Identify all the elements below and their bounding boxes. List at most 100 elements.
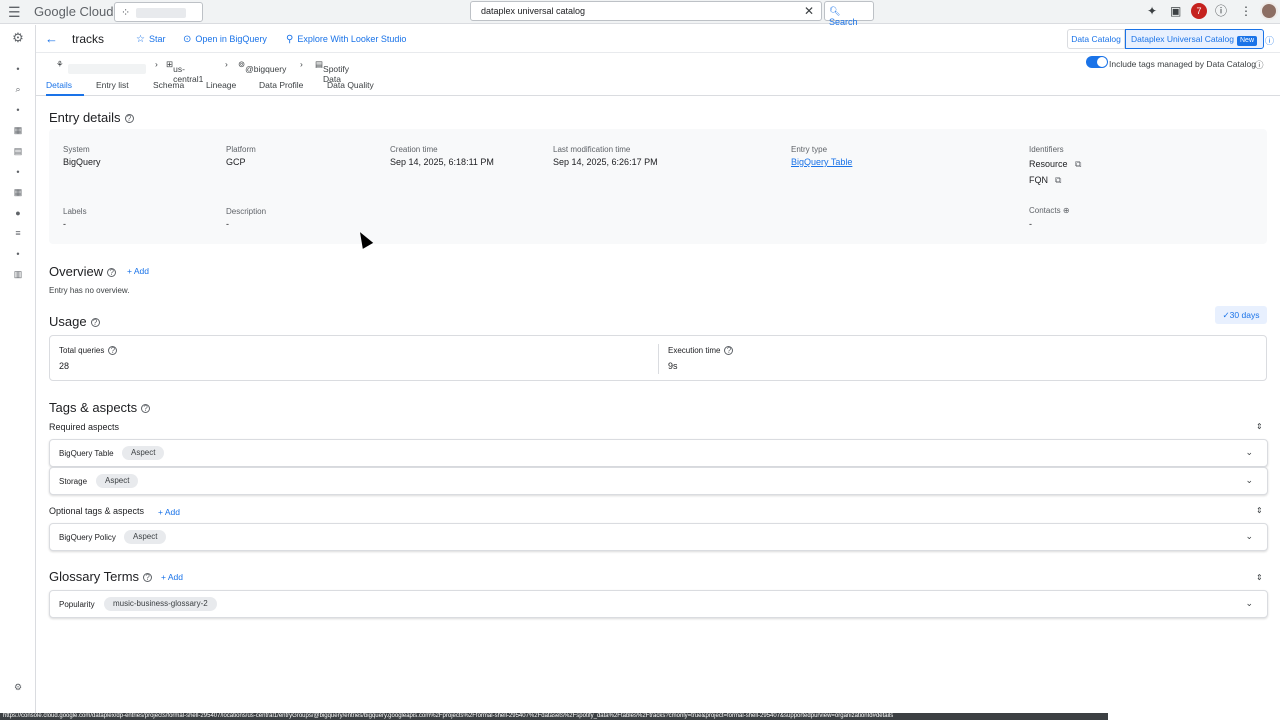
entry-details-title: Entry details? bbox=[49, 110, 134, 125]
tab-lineage[interactable]: Lineage bbox=[206, 80, 236, 90]
project-picker[interactable]: ⁘ bbox=[114, 2, 203, 22]
entry-details-card: System BigQuery Platform GCP Creation ti… bbox=[49, 129, 1267, 244]
location-crumb[interactable]: ⊞ us-central1 bbox=[166, 59, 203, 84]
entry-type-link[interactable]: BigQuery Table bbox=[791, 157, 852, 167]
back-arrow-icon[interactable]: ← bbox=[45, 32, 58, 46]
chevron-down-icon[interactable]: ⌄ bbox=[1245, 475, 1253, 486]
clear-search-icon[interactable]: ✕ bbox=[804, 4, 814, 18]
entry-type-label: Entry type bbox=[791, 145, 828, 154]
add-optional-aspect-button[interactable]: + Add bbox=[158, 507, 180, 517]
resource-label: Resource bbox=[1029, 159, 1068, 169]
apps-icon[interactable]: ▦ bbox=[11, 186, 25, 198]
platform-label: Platform bbox=[226, 145, 256, 154]
description-value: - bbox=[226, 219, 229, 229]
avatar[interactable] bbox=[1260, 2, 1278, 20]
tab-entry-list[interactable]: Entry list bbox=[96, 80, 129, 90]
system-value: BigQuery bbox=[63, 157, 101, 167]
total-queries-label: Total queries? bbox=[59, 346, 118, 356]
help-icon[interactable]: ? bbox=[107, 268, 117, 278]
menu-icon[interactable]: ☰ bbox=[8, 5, 22, 19]
data-catalog-toggle[interactable]: Data Catalog bbox=[1067, 29, 1125, 49]
notifications-badge[interactable]: 7 bbox=[1191, 3, 1207, 19]
creation-time-value: Sep 14, 2025, 6:18:11 PM bbox=[390, 157, 494, 167]
google-cloud-logo[interactable]: Google Cloud bbox=[34, 4, 114, 19]
more-vert-icon[interactable]: ⋮ bbox=[1240, 4, 1252, 18]
chevron-down-icon[interactable]: ⌄ bbox=[1245, 531, 1253, 542]
required-aspects-label: Required aspects bbox=[49, 422, 120, 432]
grid-icon[interactable]: ▦ bbox=[11, 124, 25, 136]
list-icon[interactable]: ≡ bbox=[11, 227, 25, 239]
labels-value: - bbox=[63, 219, 66, 229]
tab-details[interactable]: Details bbox=[46, 80, 72, 90]
tab-data-quality[interactable]: Data Quality bbox=[327, 80, 374, 90]
help-icon[interactable]: ⓘ bbox=[1215, 4, 1227, 18]
include-tags-toggle[interactable] bbox=[1086, 56, 1108, 68]
check-icon: ✓ bbox=[1222, 310, 1230, 320]
help-icon[interactable]: ⓘ bbox=[1255, 59, 1264, 71]
open-in-bigquery-button[interactable]: ⊙ Open in BigQuery bbox=[183, 34, 267, 45]
aspect-row[interactable]: BigQuery Table Aspect ⌄ bbox=[49, 439, 1268, 467]
add-overview-button[interactable]: + Add bbox=[127, 266, 149, 276]
looker-icon: ⚲ bbox=[286, 34, 294, 45]
breadcrumb: ⚘ › ⊞ us-central1 › ⊚ @bigquery › ▤ Spoti… bbox=[36, 54, 1280, 84]
glossary-row[interactable]: Popularity music-business-glossary-2 ⌄ bbox=[49, 590, 1268, 618]
overview-empty-text: Entry has no overview. bbox=[49, 286, 130, 295]
help-icon[interactable]: ? bbox=[143, 573, 153, 583]
star-button[interactable]: ☆ Star bbox=[136, 34, 165, 45]
settings-icon[interactable]: ⚙ bbox=[11, 681, 25, 693]
copy-icon[interactable]: ⧉ bbox=[1075, 159, 1081, 170]
page-title: tracks bbox=[72, 32, 105, 46]
gemini-icon[interactable]: ✦ bbox=[1147, 4, 1157, 18]
chevron-down-icon[interactable]: ⌄ bbox=[1245, 447, 1253, 458]
page-header: ← tracks ☆ Star ⊙ Open in BigQuery ⚲ Explor… bbox=[36, 25, 1280, 53]
star-icon: ☆ bbox=[136, 34, 145, 45]
aspect-row[interactable]: BigQuery Policy Aspect ⌄ bbox=[49, 523, 1268, 551]
help-icon[interactable]: ? bbox=[141, 404, 151, 414]
overview-title: Overview? bbox=[49, 264, 117, 279]
search-icon: 🔍︎ bbox=[829, 6, 841, 16]
chevron-right-icon: › bbox=[300, 59, 303, 69]
aspect-chip: Aspect bbox=[122, 446, 165, 460]
date-range-chip[interactable]: ✓30 days bbox=[1215, 306, 1267, 324]
labels-label: Labels bbox=[63, 207, 87, 216]
aspect-chip: Aspect bbox=[96, 474, 139, 488]
chevron-down-icon[interactable]: ⌄ bbox=[1245, 598, 1253, 609]
aspect-row[interactable]: Storage Aspect ⌄ bbox=[49, 467, 1268, 495]
help-icon[interactable]: ? bbox=[90, 318, 100, 328]
top-bar: ☰ Google Cloud ⁘ dataplex universal cata… bbox=[0, 0, 1280, 27]
add-glossary-term-button[interactable]: + Add bbox=[161, 572, 183, 582]
include-tags-label: Include tags managed by Data Catalog bbox=[1109, 59, 1256, 69]
dataset-crumb[interactable]: ▤ Spotify Data bbox=[315, 59, 349, 84]
aspect-name: BigQuery Table bbox=[59, 449, 114, 458]
search-icon[interactable]: ⌕ bbox=[11, 83, 25, 95]
person-icon[interactable]: ● bbox=[11, 207, 25, 219]
bigquery-icon: ⊙ bbox=[183, 34, 192, 45]
universal-catalog-toggle[interactable]: Dataplex Universal Catalog New bbox=[1125, 29, 1264, 49]
tab-data-profile[interactable]: Data Profile bbox=[259, 80, 303, 90]
expand-collapse-icon[interactable]: ⇕ bbox=[1256, 506, 1263, 515]
modified-time-label: Last modification time bbox=[553, 145, 631, 154]
glossary-name: Popularity bbox=[59, 600, 95, 609]
expand-collapse-icon[interactable]: ⇕ bbox=[1256, 573, 1263, 582]
search-button[interactable]: 🔍︎ Search bbox=[824, 1, 874, 27]
search-input[interactable]: dataplex universal catalog ✕ bbox=[470, 1, 822, 21]
book-icon[interactable]: ▤ bbox=[11, 145, 25, 157]
help-icon[interactable]: ? bbox=[108, 346, 118, 356]
dot-icon: • bbox=[16, 64, 20, 74]
entry-group-crumb[interactable]: ⊚ @bigquery bbox=[238, 59, 286, 74]
help-icon[interactable]: ? bbox=[124, 114, 134, 124]
tab-schema[interactable]: Schema bbox=[153, 80, 184, 90]
cloud-shell-icon[interactable]: ▣ bbox=[1170, 4, 1181, 18]
dataplex-icon[interactable]: ⚙ bbox=[11, 31, 25, 44]
help-icon[interactable]: ? bbox=[724, 346, 734, 356]
copy-icon[interactable]: ⧉ bbox=[1055, 175, 1061, 186]
project-icon: ⁘ bbox=[121, 7, 131, 19]
table-icon[interactable]: ▥ bbox=[11, 268, 25, 280]
dot-icon: • bbox=[16, 249, 20, 259]
optional-aspects-label: Optional tags & aspects bbox=[49, 506, 145, 516]
expand-collapse-icon[interactable]: ⇕ bbox=[1256, 422, 1263, 431]
explore-looker-button[interactable]: ⚲ Explore With Looker Studio bbox=[286, 34, 406, 45]
glossary-chip[interactable]: music-business-glossary-2 bbox=[104, 597, 217, 611]
add-contact-icon[interactable]: ⊕ bbox=[1063, 206, 1070, 215]
help-icon[interactable]: ⓘ bbox=[1265, 34, 1274, 47]
